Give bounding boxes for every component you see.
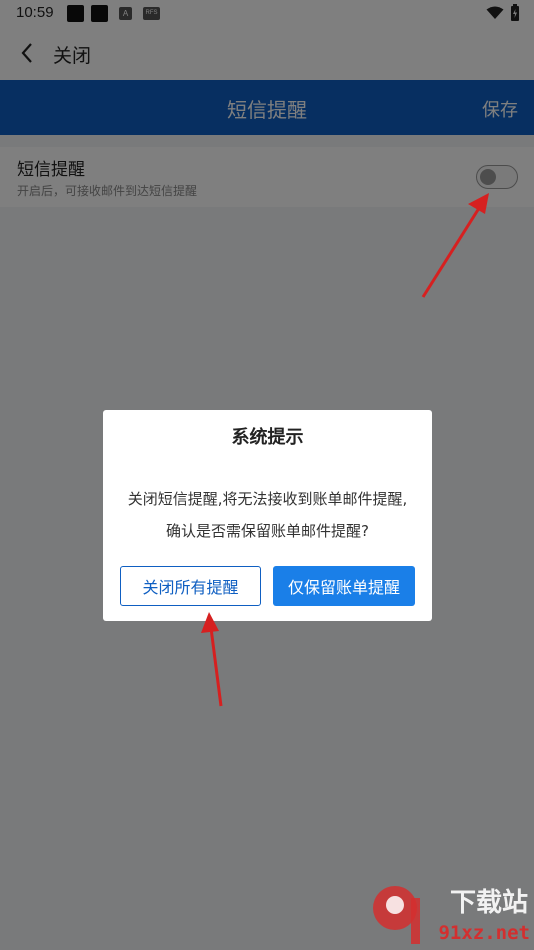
dialog-message-line2: 确认是否需保留账单邮件提醒? — [166, 522, 369, 540]
watermark-logo-icon — [373, 886, 420, 944]
system-prompt-dialog: 系统提示 关闭短信提醒,将无法接收到账单邮件提醒, 确认是否需保留账单邮件提醒?… — [103, 410, 432, 621]
dialog-message-line1: 关闭短信提醒,将无法接收到账单邮件提醒, — [127, 490, 408, 508]
close-all-reminders-button[interactable]: 关闭所有提醒 — [120, 566, 261, 606]
site-watermark: 下载站 91xz.net — [365, 880, 534, 950]
dialog-title: 系统提示 — [231, 427, 304, 448]
keep-bill-reminder-button[interactable]: 仅保留账单提醒 — [273, 566, 415, 606]
watermark-text: 下载站 — [449, 888, 528, 918]
watermark-url: 91xz.net — [438, 922, 530, 944]
